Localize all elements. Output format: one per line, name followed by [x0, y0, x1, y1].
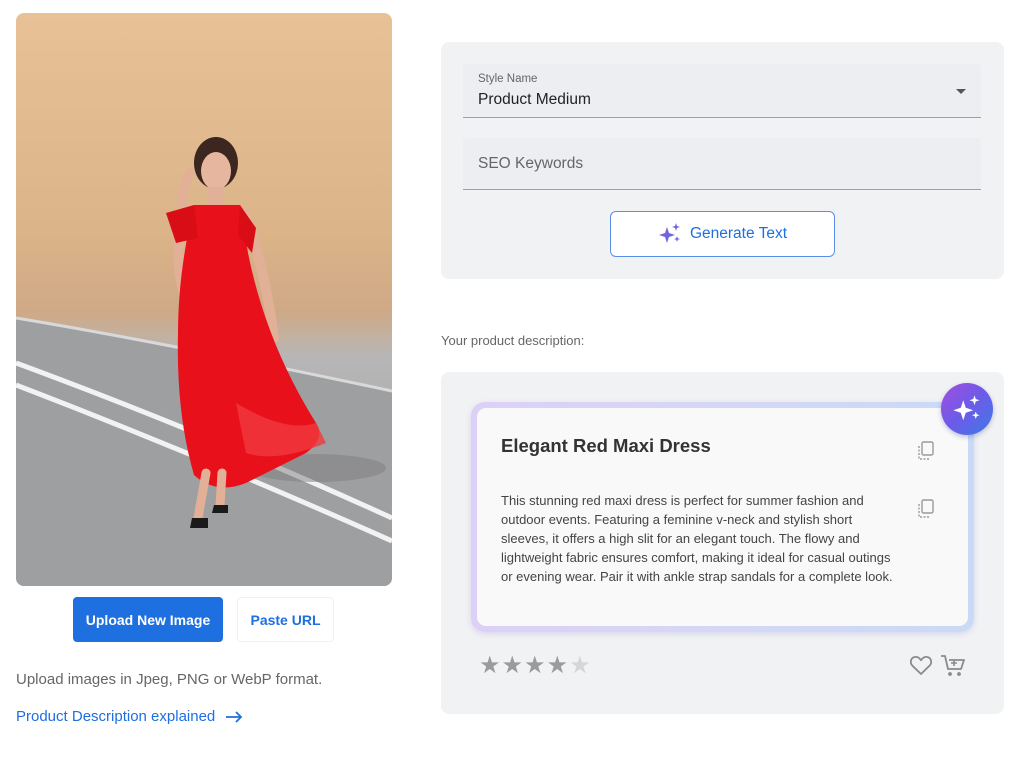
result-panel: Elegant Red Maxi Dress This stunning red…: [441, 372, 1004, 714]
sparkles-icon: [658, 223, 680, 243]
style-name-select[interactable]: Style Name Product Medium: [463, 64, 981, 118]
product-description-text: This stunning red maxi dress is perfect …: [501, 493, 893, 584]
star-filled-icon[interactable]: ★: [524, 653, 546, 677]
heart-icon[interactable]: [909, 654, 933, 681]
description-card-frame: Elegant Red Maxi Dress This stunning red…: [471, 402, 974, 632]
style-name-value: Product Medium: [478, 91, 591, 108]
seo-keywords-input[interactable]: [463, 138, 981, 190]
product-description-heading: Your product description:: [441, 333, 585, 348]
explained-link-label: Product Description explained: [16, 708, 216, 725]
arrow-right-icon: [226, 710, 243, 723]
product-photo-illustration: [16, 137, 392, 586]
copy-description-icon[interactable]: [917, 499, 935, 519]
ai-sparkles-badge: [941, 383, 993, 435]
star-filled-icon[interactable]: ★: [547, 653, 569, 677]
product-title: Elegant Red Maxi Dress: [501, 435, 711, 456]
upload-format-hint: Upload images in Jpeg, PNG or WebP forma…: [16, 671, 323, 688]
settings-panel: Style Name Product Medium Generate Text: [441, 42, 1004, 279]
style-name-label: Style Name: [478, 73, 538, 85]
copy-title-icon[interactable]: [917, 441, 935, 461]
star-filled-icon[interactable]: ★: [479, 653, 501, 677]
description-card: Elegant Red Maxi Dress This stunning red…: [477, 408, 968, 626]
star-filled-icon[interactable]: ★: [502, 653, 524, 677]
sparkles-icon: [953, 395, 980, 421]
dropdown-caret-icon: [956, 89, 966, 94]
product-description-explained-link[interactable]: Product Description explained: [16, 708, 243, 725]
generate-text-button[interactable]: Generate Text: [610, 211, 835, 257]
generate-text-label: Generate Text: [689, 225, 788, 242]
rating-stars[interactable]: ★ ★ ★ ★ ★: [479, 653, 591, 677]
star-empty-icon[interactable]: ★: [569, 653, 591, 677]
cart-icon[interactable]: [940, 654, 966, 683]
product-image: [16, 13, 392, 586]
upload-new-image-button[interactable]: Upload New Image: [73, 597, 223, 642]
paste-url-button[interactable]: Paste URL: [237, 597, 334, 642]
